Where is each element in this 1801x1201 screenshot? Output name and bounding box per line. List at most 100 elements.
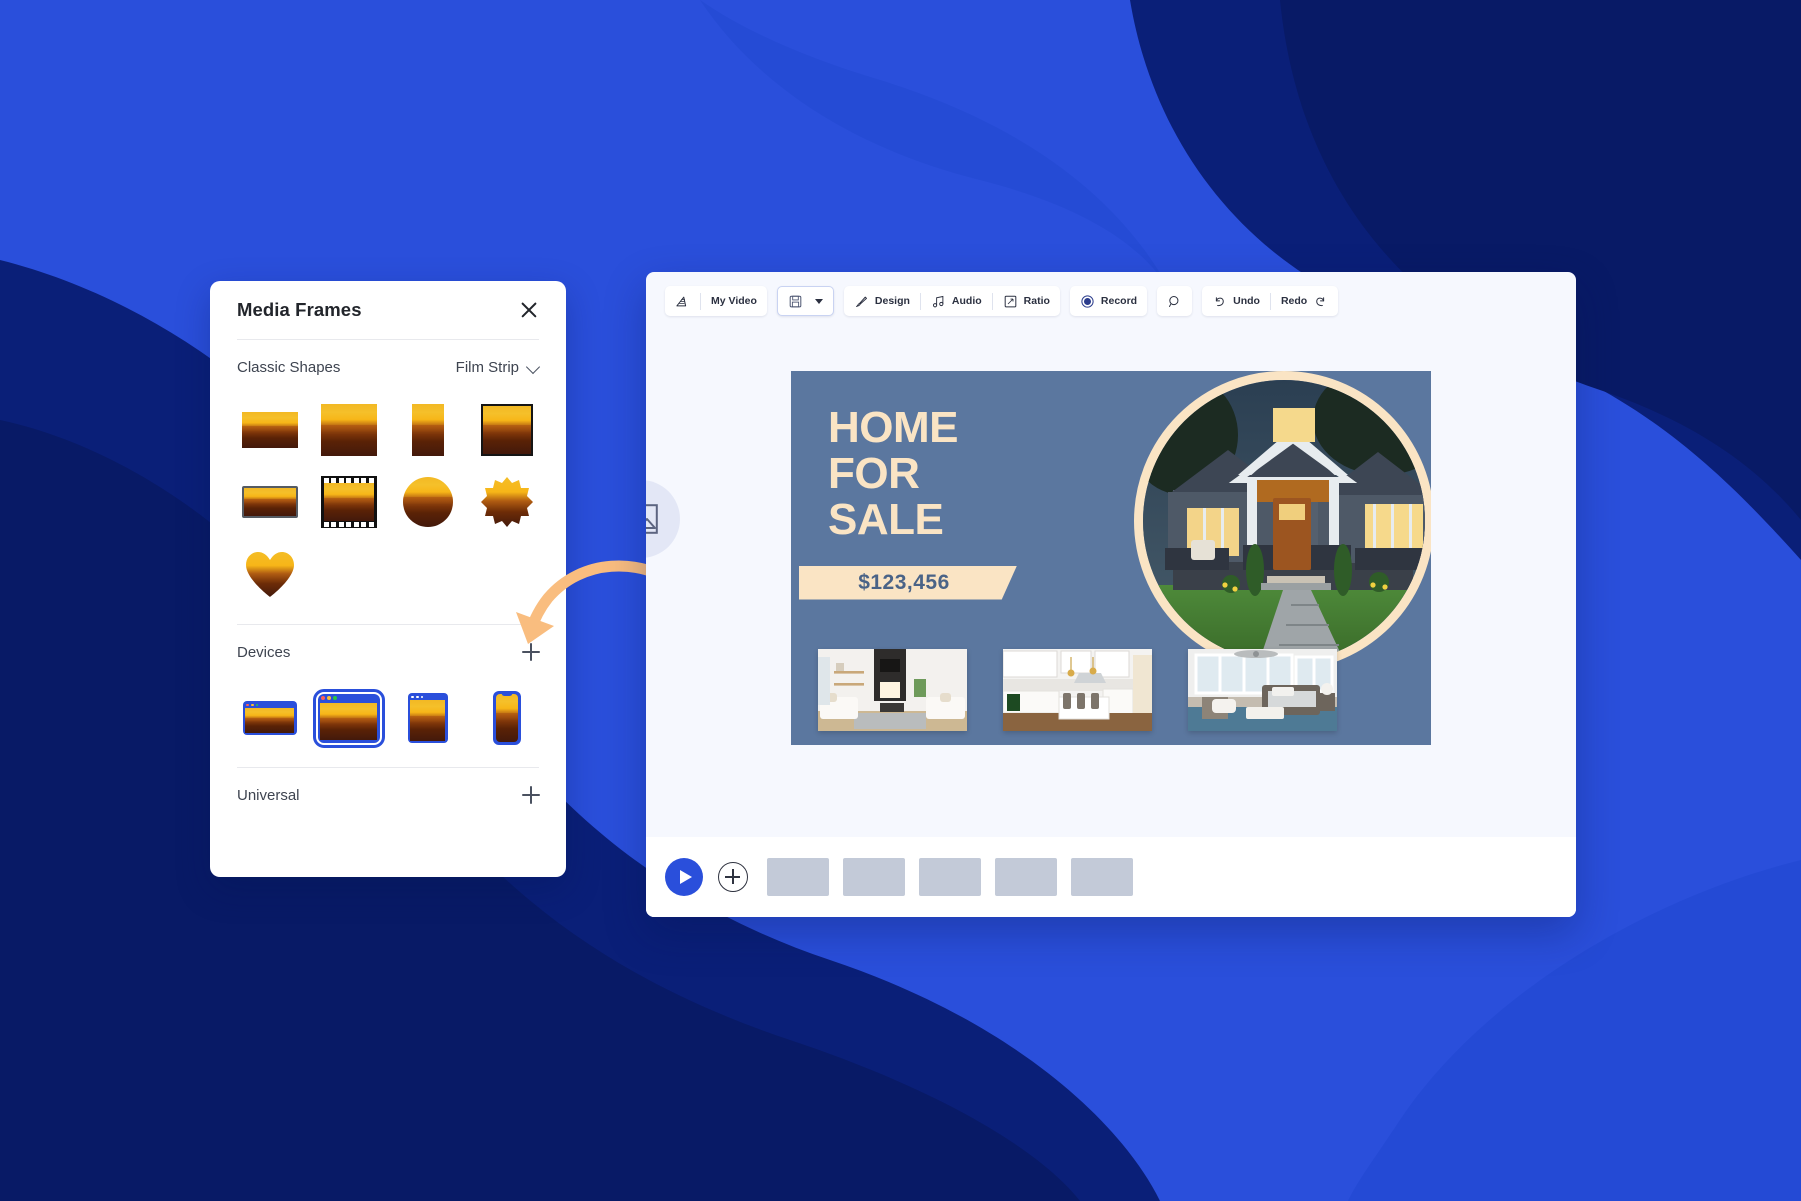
bordered-square-frame[interactable] <box>467 394 546 466</box>
image-placeholder-icon <box>646 504 658 534</box>
design-label: Design <box>874 295 910 307</box>
devices-grid <box>210 679 566 757</box>
window-screen <box>245 708 294 733</box>
save-button[interactable] <box>778 287 813 315</box>
save-group <box>776 286 834 316</box>
film-strip-dropdown[interactable]: Film Strip <box>456 359 540 376</box>
undo-button[interactable]: Undo <box>1202 286 1270 316</box>
app-logo-button[interactable] <box>665 286 700 316</box>
frame-preview <box>407 693 448 743</box>
brush-icon <box>855 296 867 307</box>
project-group: My Video <box>665 286 767 316</box>
hero-image[interactable] <box>1134 370 1431 671</box>
room-thumbnails <box>818 648 1337 731</box>
square-frame[interactable] <box>309 394 388 466</box>
living-room-thumbnail[interactable] <box>818 648 967 731</box>
price-label: $123,456 <box>858 570 950 594</box>
crop-ratio-icon <box>1004 295 1016 307</box>
timeline-clip[interactable] <box>843 858 905 896</box>
frame-preview <box>492 691 521 745</box>
frame-preview <box>244 551 296 597</box>
frame-preview <box>480 476 533 528</box>
timeline-clip[interactable] <box>919 858 981 896</box>
timeline-clip[interactable] <box>767 858 829 896</box>
tablet-frame[interactable] <box>388 679 467 757</box>
headline-line-2: FOR <box>828 448 920 498</box>
audio-button[interactable]: Audio <box>921 286 992 316</box>
craftsman-house-illustration <box>1143 379 1425 662</box>
add-clip-button[interactable] <box>718 862 748 892</box>
play-icon <box>679 870 692 884</box>
heart-frame[interactable] <box>230 538 309 610</box>
play-button[interactable] <box>665 858 703 896</box>
undo-label: Undo <box>1233 295 1260 307</box>
kitchen-thumbnail[interactable] <box>1003 648 1152 731</box>
heart-icon <box>245 552 294 597</box>
bedroom-thumbnail[interactable] <box>1188 648 1337 731</box>
browser-window-large-frame[interactable] <box>309 679 388 757</box>
phone-screen <box>495 694 518 742</box>
section-header-classic-shapes: Classic Shapes Film Strip <box>210 340 566 394</box>
timeline-clips <box>767 858 1133 896</box>
tablet-dots <box>411 695 424 699</box>
record-dot-icon <box>1081 294 1094 308</box>
redo-arrow-icon <box>1316 296 1325 306</box>
starburst-frame[interactable] <box>467 466 546 538</box>
media-frames-panel: Media Frames Classic Shapes Film Strip D… <box>210 281 566 877</box>
headline-line-3: SALE <box>828 494 944 544</box>
image-placeholder-badge[interactable] <box>646 480 680 558</box>
tv-screen-frame[interactable] <box>230 466 309 538</box>
project-name-button[interactable]: My Video <box>701 286 767 316</box>
window-screen <box>320 702 377 740</box>
price-banner: $123,456 <box>799 565 1017 600</box>
project-name-label: My Video <box>711 295 757 307</box>
film-strip-dropdown-label: Film Strip <box>455 358 519 376</box>
audio-label: Audio <box>951 295 982 307</box>
film-image <box>323 483 374 521</box>
save-dropdown-button[interactable] <box>813 287 833 315</box>
kitchen-illustration <box>1003 648 1152 731</box>
record-group: Record <box>1069 286 1148 316</box>
ratio-button[interactable]: Ratio <box>993 286 1060 316</box>
frame-preview-selected <box>312 688 385 748</box>
window-dots <box>321 696 337 700</box>
tablet-screen <box>410 700 445 741</box>
living-room-illustration <box>818 648 967 731</box>
headline: HOME FOR SALE <box>828 404 959 544</box>
section-header-devices: Devices <box>210 625 566 679</box>
canvas-area: HOME FOR SALE $123,456 <box>646 330 1576 785</box>
save-disk-icon <box>789 295 802 307</box>
chevron-down-icon <box>814 298 823 304</box>
timeline-clip[interactable] <box>1071 858 1133 896</box>
browser-window-small-frame[interactable] <box>230 679 309 757</box>
section-title-devices: Devices <box>237 643 291 661</box>
music-note-icon <box>932 295 944 307</box>
film-perforations-bottom <box>323 521 374 527</box>
phone-frame[interactable] <box>467 679 546 757</box>
timeline-clip[interactable] <box>995 858 1057 896</box>
frame-preview <box>411 404 444 456</box>
chevron-down-icon <box>527 361 540 374</box>
window-dots <box>246 703 259 707</box>
undo-arrow-icon <box>1215 296 1224 306</box>
tall-portrait-frame[interactable] <box>388 394 467 466</box>
tools-group: Design Audio Ratio <box>843 286 1060 316</box>
close-icon[interactable] <box>518 299 540 321</box>
record-label: Record <box>1100 295 1138 307</box>
circle-frame[interactable] <box>388 466 467 538</box>
add-devices-plus-icon[interactable] <box>522 643 540 661</box>
wide-rectangle-frame[interactable] <box>230 394 309 466</box>
search-button[interactable] <box>1157 286 1192 316</box>
record-button[interactable]: Record <box>1070 286 1147 316</box>
frame-preview <box>242 701 297 735</box>
redo-label: Redo <box>1280 295 1308 307</box>
history-group: Undo Redo <box>1202 286 1339 316</box>
redo-button[interactable]: Redo <box>1271 286 1338 316</box>
panel-title: Media Frames <box>237 299 362 320</box>
design-canvas[interactable]: HOME FOR SALE $123,456 <box>791 370 1431 745</box>
film-strip-frame[interactable] <box>309 466 388 538</box>
add-universal-plus-icon[interactable] <box>522 786 540 804</box>
design-button[interactable]: Design <box>844 286 920 316</box>
frame-preview <box>402 477 453 527</box>
section-header-universal: Universal <box>210 768 566 822</box>
